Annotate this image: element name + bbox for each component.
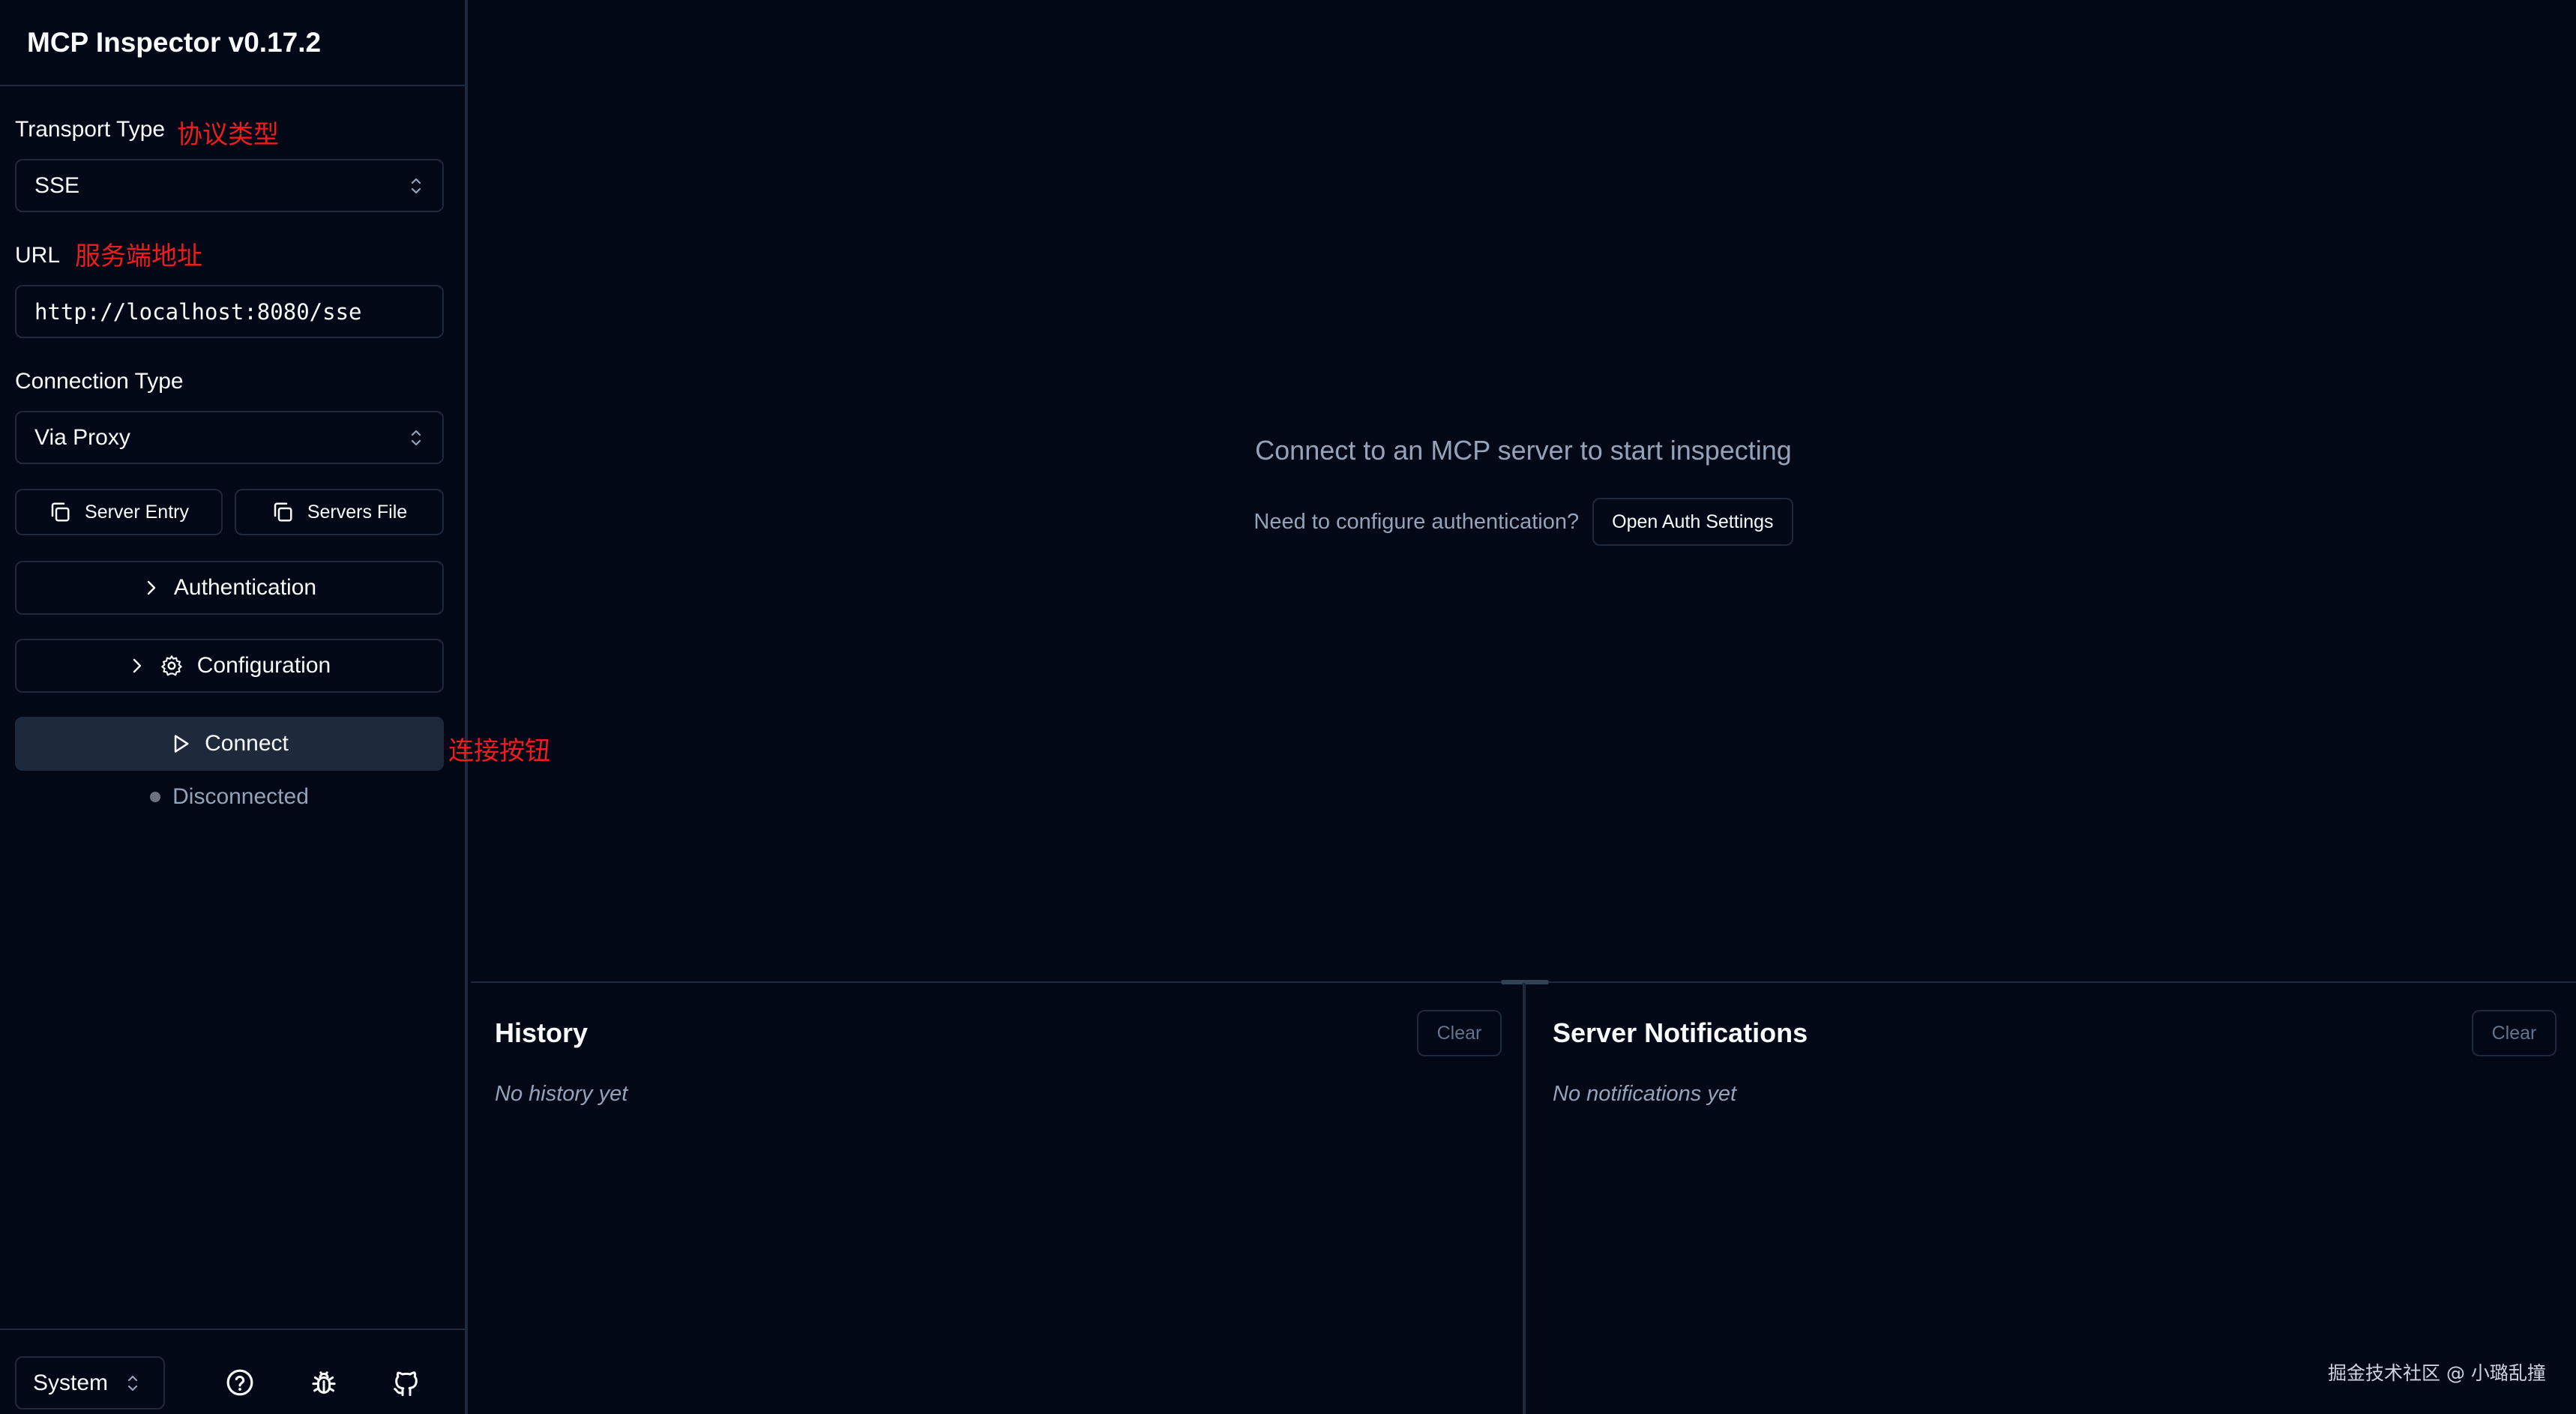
auth-prompt: Need to configure authentication? Open A…	[471, 498, 2576, 546]
configuration-toggle[interactable]: Configuration	[15, 639, 444, 693]
chevron-up-down-icon	[127, 1375, 138, 1391]
history-empty-text: No history yet	[495, 1082, 628, 1106]
app-window: MCP Inspector v0.17.2 Transport Type 协议类…	[0, 0, 2576, 1414]
servers-file-button[interactable]: Servers File	[235, 489, 444, 535]
sidebar-header: MCP Inspector v0.17.2	[0, 0, 465, 86]
sidebar-footer: System	[0, 1329, 465, 1414]
bug-icon[interactable]	[309, 1368, 339, 1398]
transport-type-select[interactable]: SSE	[15, 159, 444, 212]
status-text: Disconnected	[172, 784, 309, 809]
server-entry-button[interactable]: Server Entry	[15, 489, 223, 535]
connection-status: Disconnected	[0, 784, 459, 810]
history-panel: History Clear No history yet	[471, 983, 1526, 1414]
connect-button[interactable]: Connect	[15, 717, 444, 771]
url-input-value: http://localhost:8080/sse	[34, 298, 362, 325]
open-auth-settings-button[interactable]: Open Auth Settings	[1592, 498, 1793, 546]
notifications-clear-button[interactable]: Clear	[2472, 1010, 2557, 1056]
servers-file-label: Servers File	[307, 501, 408, 523]
chevron-up-down-icon	[411, 430, 421, 445]
theme-select[interactable]: System	[15, 1356, 165, 1410]
connection-type-select[interactable]: Via Proxy	[15, 411, 444, 464]
chevron-up-down-icon	[411, 178, 421, 193]
gear-icon	[161, 655, 182, 676]
sidebar: MCP Inspector v0.17.2 Transport Type 协议类…	[0, 0, 468, 1414]
authentication-label: Authentication	[173, 575, 317, 600]
connection-type-label: Connection Type	[15, 369, 184, 394]
server-entry-label: Server Entry	[85, 501, 189, 523]
chevron-right-icon	[147, 580, 156, 595]
url-annotation: 服务端地址	[75, 241, 202, 271]
notifications-panel: Server Notifications Clear No notificati…	[1529, 983, 2576, 1414]
status-dot	[150, 792, 161, 802]
authentication-toggle[interactable]: Authentication	[15, 561, 444, 615]
transport-type-value: SSE	[34, 172, 80, 198]
transport-type-label: Transport Type	[15, 117, 166, 142]
notifications-title: Server Notifications	[1553, 1017, 1808, 1048]
app-title: MCP Inspector v0.17.2	[27, 26, 322, 58]
main-area: Connect to an MCP server to start inspec…	[471, 0, 2576, 1414]
empty-state-title: Connect to an MCP server to start inspec…	[1255, 435, 1792, 466]
notifications-empty-text: No notifications yet	[1553, 1082, 1737, 1106]
theme-value: System	[33, 1370, 109, 1395]
chevron-right-icon	[133, 658, 141, 673]
url-input[interactable]: http://localhost:8080/sse	[15, 285, 444, 338]
watermark: 掘金技术社区 @ 小璐乱撞	[2328, 1362, 2546, 1384]
help-circle-icon[interactable]	[225, 1368, 255, 1398]
github-icon[interactable]	[391, 1368, 421, 1398]
bottom-panels: History Clear No history yet Server Noti…	[471, 980, 2576, 1414]
connect-label: Connect	[205, 731, 289, 756]
transport-type-annotation: 协议类型	[177, 120, 279, 150]
url-label: URL	[15, 243, 61, 268]
history-title: History	[495, 1017, 589, 1048]
auth-question: Need to configure authentication?	[1254, 509, 1580, 534]
history-clear-button[interactable]: Clear	[1417, 1010, 1502, 1056]
copy-icon	[274, 502, 292, 522]
play-icon	[174, 735, 189, 753]
configuration-label: Configuration	[196, 653, 331, 678]
connection-type-value: Via Proxy	[34, 424, 130, 450]
copy-icon	[51, 502, 70, 522]
